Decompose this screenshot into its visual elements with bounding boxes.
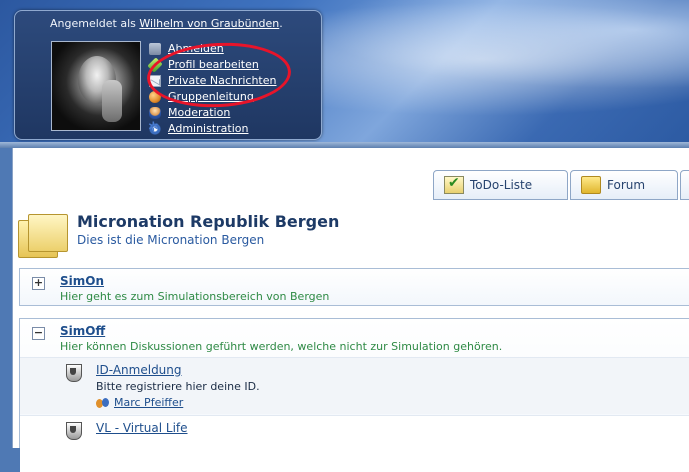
moderator-link[interactable]: Marc Pfeiffer	[114, 396, 183, 409]
administration-link[interactable]: Administration	[168, 121, 249, 137]
todo-icon	[444, 175, 464, 194]
folder-icon	[581, 176, 601, 194]
board-row: ID-Anmeldung Bitte registriere hier dein…	[20, 357, 689, 414]
forum-folder-icon	[18, 210, 68, 258]
avatar[interactable]	[51, 41, 141, 131]
category-simon-link[interactable]: SimOn	[60, 274, 104, 288]
expand-toggle-icon[interactable]: +	[32, 277, 45, 290]
board-description: Bitte registriere hier deine ID.	[96, 380, 260, 393]
crest-icon	[66, 364, 82, 382]
menu-item-administration[interactable]: Administration	[148, 120, 277, 137]
username-link[interactable]: Wilhelm von Graubünden	[139, 17, 279, 30]
moderator-icon	[149, 107, 161, 119]
category-description: Hier können Diskussionen geführt werden,…	[60, 340, 503, 353]
tab-forum-label: Forum	[607, 178, 646, 192]
header-banner: Angemeldet als Wilhelm von Graubünden. A…	[0, 0, 689, 148]
moderation-link[interactable]: Moderation	[168, 105, 230, 121]
tab-todo-list[interactable]: ToDo-Liste	[433, 170, 568, 200]
crest-icon	[66, 422, 82, 440]
category-simoff-link[interactable]: SimOff	[60, 324, 105, 338]
user-panel: Angemeldet als Wilhelm von Graubünden. A…	[14, 10, 322, 140]
board-link-virtual-life[interactable]: VL - Virtual Life	[96, 421, 188, 435]
collapse-toggle-icon[interactable]: −	[32, 327, 45, 340]
page-subtitle: Dies ist die Micronation Bergen	[77, 233, 265, 247]
tab-overflow[interactable]	[680, 170, 689, 200]
login-status: Angemeldet als Wilhelm von Graubünden.	[50, 17, 283, 30]
gear-icon	[148, 120, 161, 136]
board-moderator: Marc Pfeiffer	[96, 396, 183, 409]
logout-icon	[149, 43, 161, 55]
main-content: ToDo-Liste Forum Micronation Republik Be…	[12, 148, 689, 472]
page-title: Micronation Republik Bergen	[77, 212, 340, 231]
board-link-id-anmeldung[interactable]: ID-Anmeldung	[96, 363, 182, 377]
category-description: Hier geht es zum Simulationsbereich von …	[60, 290, 330, 303]
tab-todo-label: ToDo-Liste	[470, 178, 533, 192]
category-simoff: − SimOff Hier können Diskussionen geführ…	[19, 318, 689, 472]
category-simon: + SimOn Hier geht es zum Simulationsbere…	[19, 268, 689, 306]
tab-forum[interactable]: Forum	[570, 170, 678, 200]
board-row: VL - Virtual Life	[20, 415, 689, 472]
menu-item-moderation[interactable]: Moderation	[149, 105, 277, 121]
moderators-icon	[96, 397, 110, 408]
